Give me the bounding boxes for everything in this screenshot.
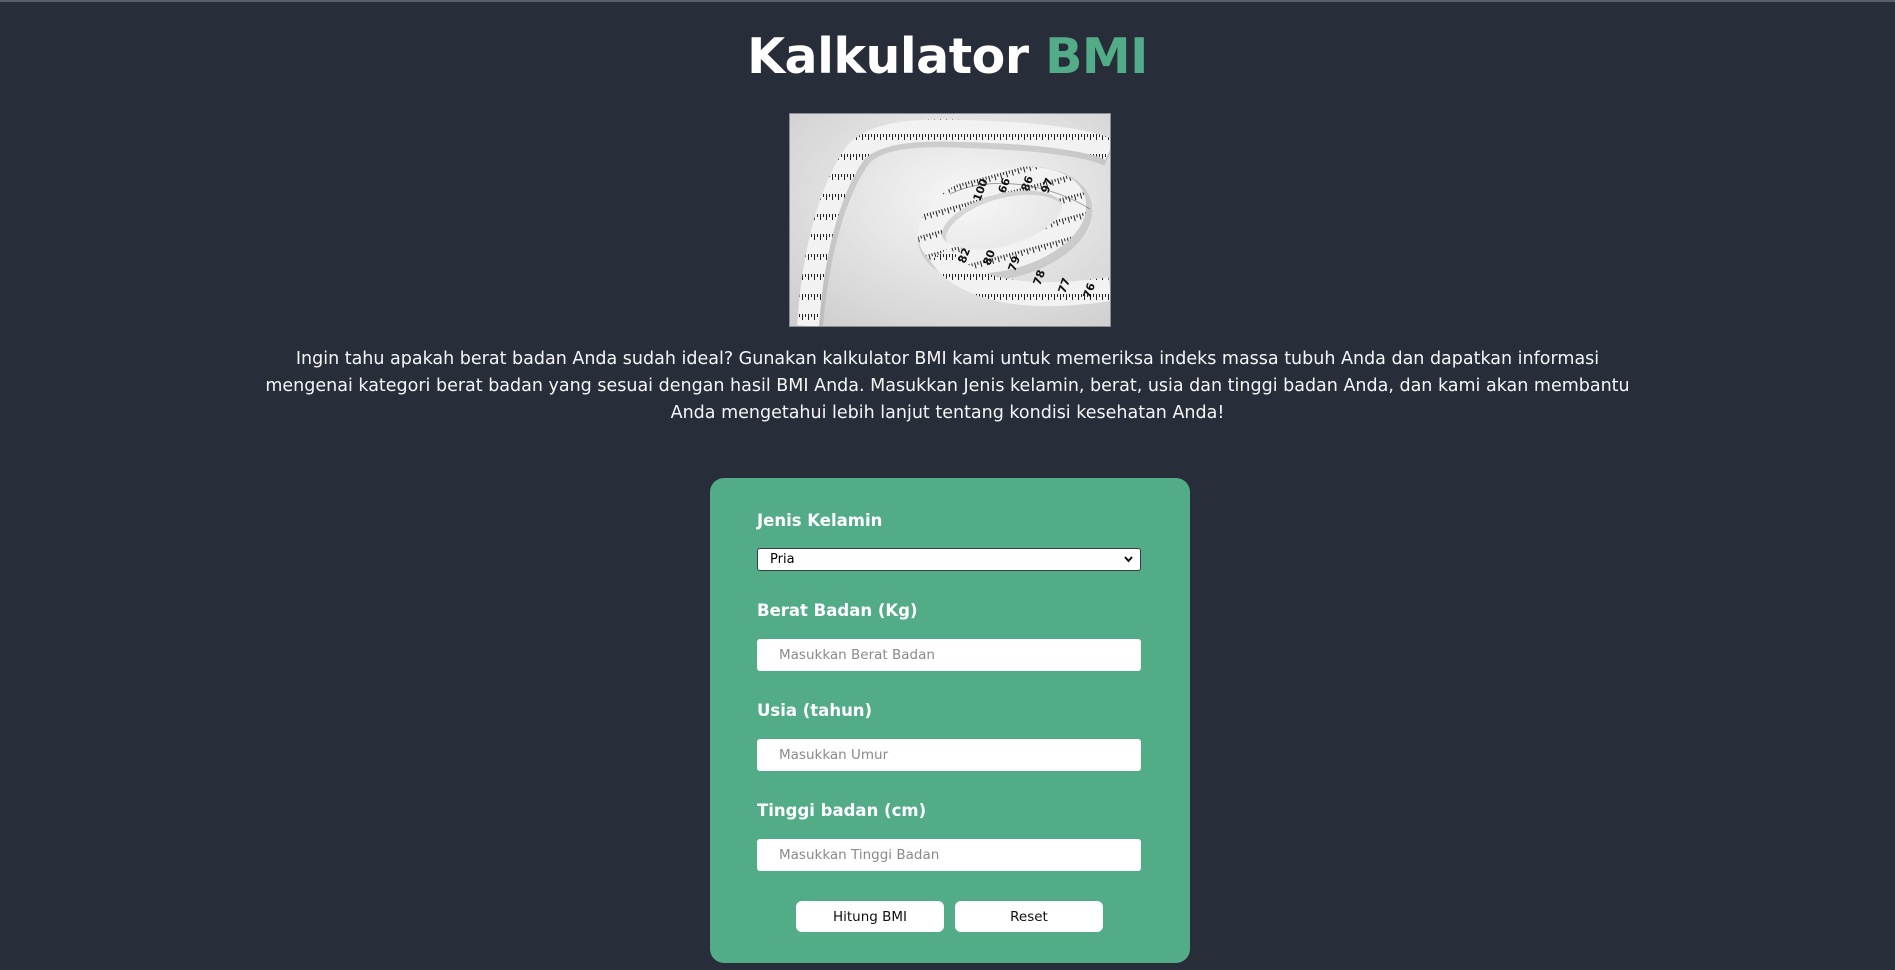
- title-accent: BMI: [1045, 28, 1148, 85]
- weight-input[interactable]: [757, 639, 1141, 671]
- age-label: Usia (tahun): [757, 701, 873, 720]
- bmi-form-card: Jenis Kelamin Pria Berat Badan (Kg) Usia…: [710, 478, 1190, 963]
- gender-selected-value: Pria: [770, 552, 795, 567]
- top-divider: [0, 0, 1895, 2]
- height-label: Tinggi badan (cm): [757, 801, 927, 820]
- page: Kalkulator BMI 100 66 86 97 82 80 79 78 …: [0, 0, 1895, 970]
- measuring-tape-image: 100 66 86 97 82 80 79 78 77 76: [789, 113, 1111, 327]
- gender-label: Jenis Kelamin: [757, 511, 883, 530]
- page-title: Kalkulator BMI: [0, 24, 1895, 90]
- calculate-bmi-button[interactable]: Hitung BMI: [796, 901, 944, 932]
- age-input[interactable]: [757, 739, 1141, 771]
- gender-select[interactable]: Pria: [757, 548, 1141, 571]
- height-input[interactable]: [757, 839, 1141, 871]
- reset-button[interactable]: Reset: [955, 901, 1103, 932]
- chevron-down-icon: [1123, 549, 1134, 577]
- weight-label: Berat Badan (Kg): [757, 601, 918, 620]
- intro-paragraph: Ingin tahu apakah berat badan Anda sudah…: [265, 349, 1630, 423]
- title-main: Kalkulator: [747, 28, 1029, 85]
